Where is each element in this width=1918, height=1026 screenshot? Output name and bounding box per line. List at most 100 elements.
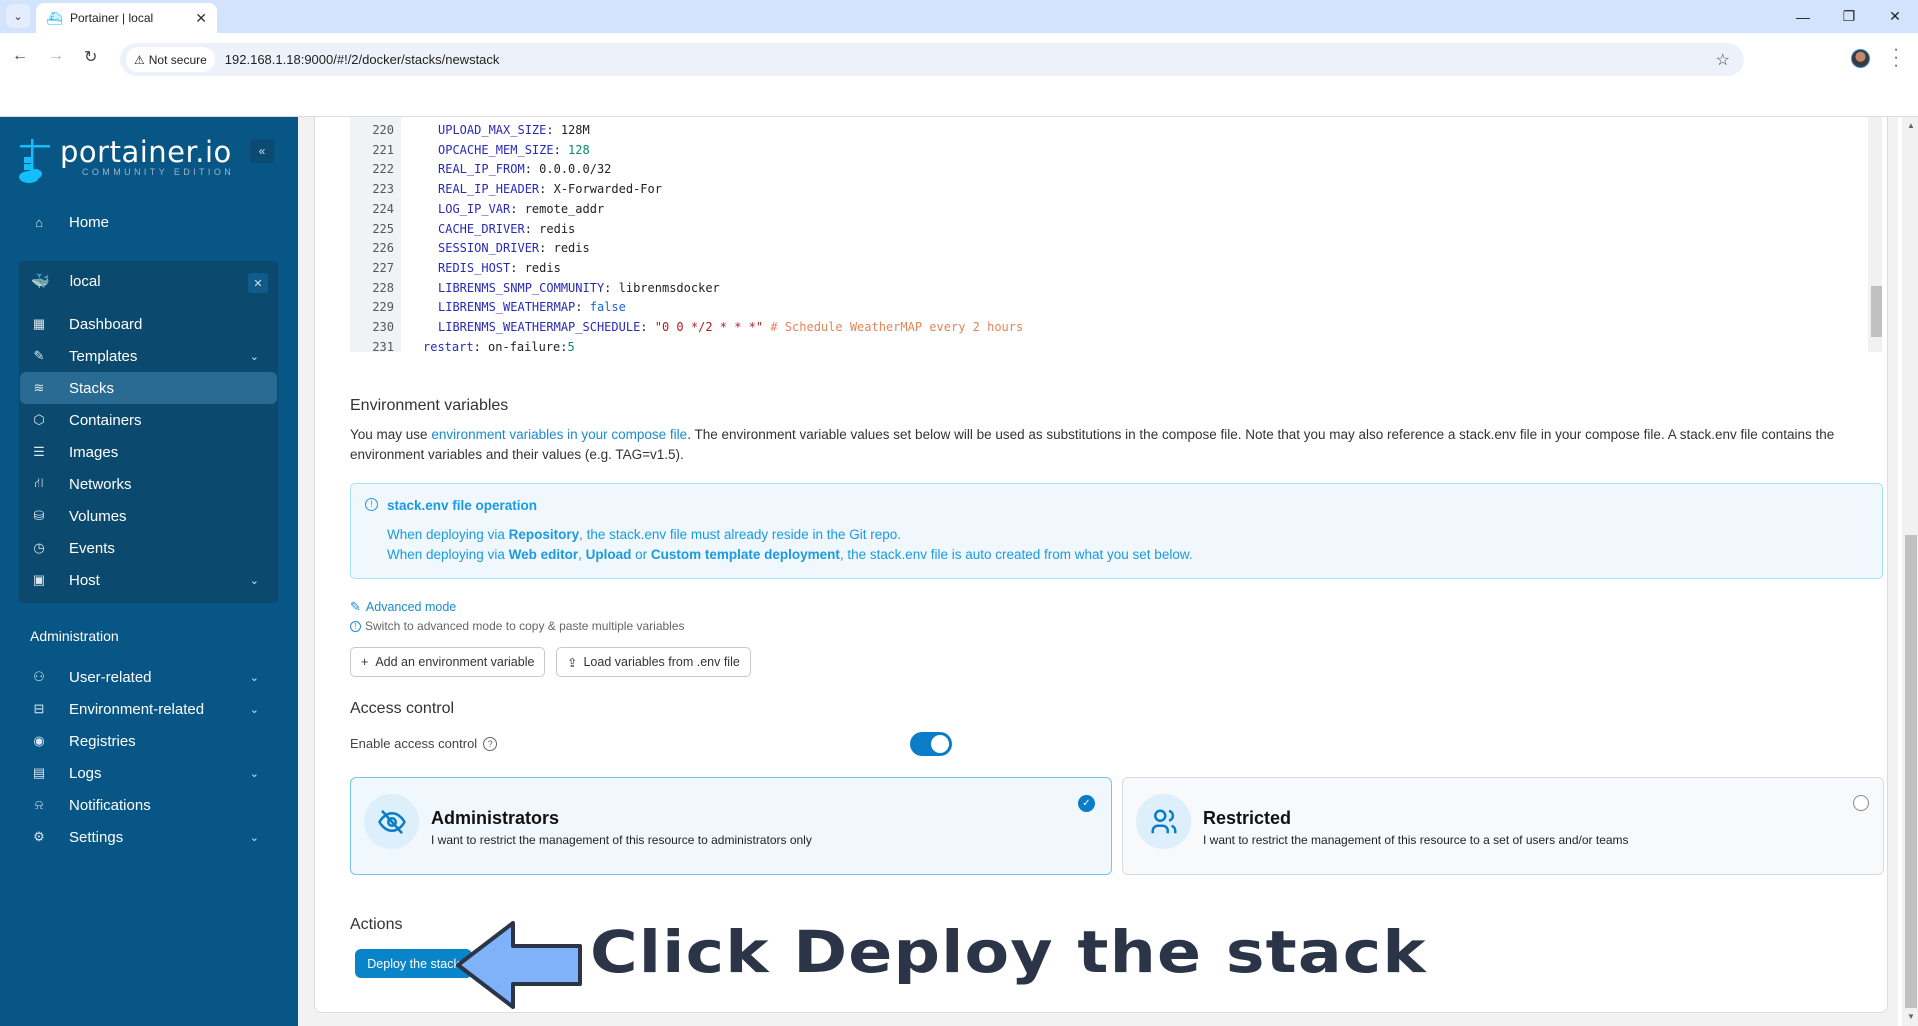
option-description: I want to restrict the management of thi… <box>1203 833 1629 847</box>
option-description: I want to restrict the management of thi… <box>431 833 812 847</box>
chevron-down-icon[interactable]: ⌄ <box>250 574 259 587</box>
minimize-button[interactable]: — <box>1780 0 1826 33</box>
code-line[interactable]: REAL_IP_HEADER: X-Forwarded-For <box>438 179 662 199</box>
env-vars-description: You may use environment variables in you… <box>350 425 1850 465</box>
sidebar-item-registries[interactable]: ◉ Registries <box>20 725 277 757</box>
address-bar[interactable]: ⚠ Not secure 192.168.1.18:9000/#!/2/docke… <box>120 43 1744 76</box>
yaml-key: SESSION_DRIVER <box>438 241 540 256</box>
compose-editor[interactable]: 220 221 222 223 224 225 226 227 228 229 230 231 UPL… <box>350 117 1882 354</box>
access-option-administrators[interactable]: Administrators I want to restrict the ma… <box>350 777 1112 875</box>
code-line[interactable]: UPLOAD_MAX_SIZE: 128M <box>438 120 590 140</box>
yaml-value: redis <box>524 260 561 275</box>
advanced-mode-link[interactable]: ✎ Advanced mode <box>350 599 456 615</box>
env-vars-docs-link[interactable]: environment variables in your compose fi… <box>431 427 687 442</box>
yaml-key: REAL_IP_FROM <box>438 162 525 177</box>
line-number: 228 <box>372 280 394 295</box>
tab-title: Portainer | local <box>70 11 154 25</box>
bell-icon: ⍾ <box>34 797 44 812</box>
info-icon: ! <box>365 498 378 511</box>
yaml-value: "0 0 */2 * * *" <box>654 320 764 334</box>
load-env-file-button[interactable]: ⇪ Load variables from .env file <box>556 647 751 677</box>
access-option-restricted[interactable]: Restricted I want to restrict the manage… <box>1122 777 1884 875</box>
desc-text: You may use <box>350 427 432 442</box>
code-line[interactable]: CACHE_DRIVER: redis <box>438 219 575 239</box>
sidebar-item-settings[interactable]: ⚙ Settings ⌄ <box>20 821 277 853</box>
profile-avatar[interactable] <box>1851 49 1870 68</box>
bookmark-star-icon[interactable]: ☆ <box>1716 50 1730 70</box>
chevron-down-icon[interactable]: ⌄ <box>250 831 259 844</box>
sidebar-item-environment-related[interactable]: ⊟ Environment-related ⌄ <box>20 693 277 725</box>
chevron-down-icon[interactable]: ⌄ <box>250 703 259 716</box>
info-line-2: When deploying via Web editor, Upload or… <box>387 547 1193 562</box>
option-title: Restricted <box>1203 808 1292 828</box>
browser-tab[interactable]: ⛴ Portainer | local ✕ <box>36 3 217 33</box>
chevron-down-icon[interactable]: ⌄ <box>250 350 259 363</box>
close-environment-button[interactable]: ✕ <box>248 273 268 293</box>
help-icon[interactable]: ? <box>483 736 498 751</box>
eye-off-icon <box>364 794 419 849</box>
advanced-mode-label: Advanced mode <box>365 600 457 614</box>
sidebar-item-notifications[interactable]: ⍾ Notifications <box>20 789 277 821</box>
button-label: Load variables from .env file <box>583 655 740 669</box>
code-line[interactable]: REDIS_HOST: redis <box>438 258 561 278</box>
sidebar-item-images[interactable]: ☰ Images <box>20 436 277 468</box>
line-gutter: 220 221 222 223 224 225 226 227 228 229 230 231 <box>350 123 401 361</box>
restore-button[interactable]: ❐ <box>1826 0 1872 33</box>
scroll-up-icon[interactable]: ▲ <box>1907 121 1915 130</box>
portainer-crane-icon <box>18 137 52 185</box>
editor-scrollbar[interactable] <box>1870 117 1882 352</box>
line-number: 229 <box>372 300 394 315</box>
code-line[interactable]: LIBRENMS_WEATHERMAP_SCHEDULE: "0 0 */2 *… <box>438 317 1023 337</box>
sidebar-item-home[interactable]: ⌂ Home <box>20 206 277 238</box>
sidebar-item-host[interactable]: ▣ Host ⌄ <box>20 564 277 596</box>
collapse-sidebar-button[interactable]: « <box>250 139 274 163</box>
browser-menu-icon[interactable]: · · · <box>1893 42 1899 74</box>
browser-tab-bar: ⌄ ⛴ Portainer | local ✕ — ❐ ✕ <box>0 0 1918 33</box>
yaml-key: LIBRENMS_WEATHERMAP_SCHEDULE <box>438 320 641 334</box>
home-icon: ⌂ <box>35 214 43 230</box>
sidebar-item-volumes[interactable]: ⛁ Volumes <box>20 500 277 532</box>
back-icon[interactable]: ← <box>12 47 28 65</box>
sidebar-item-events[interactable]: ◷ Events <box>20 532 277 564</box>
logo-edition: COMMUNITY EDITION <box>82 167 235 177</box>
radio-button[interactable] <box>1853 795 1869 811</box>
sidebar-item-dashboard[interactable]: ▦ Dashboard <box>20 308 277 340</box>
sidebar-item-label: Notifications <box>69 796 151 814</box>
tab-list-button[interactable]: ⌄ <box>6 4 30 28</box>
code-line[interactable]: OPCACHE_MEM_SIZE: 128 <box>438 140 590 160</box>
info-icon: ! <box>350 620 361 632</box>
forward-icon[interactable]: → <box>48 47 64 65</box>
code-line[interactable]: REAL_IP_FROM: 0.0.0.0/32 <box>438 159 611 179</box>
code-line[interactable]: LOG_IP_VAR: remote_addr <box>438 199 604 219</box>
url-text[interactable]: 192.168.1.18:9000/#!/2/docker/stacks/new… <box>225 52 500 67</box>
scroll-down-icon[interactable]: ▼ <box>1907 1012 1915 1021</box>
sidebar-item-user-related[interactable]: ⚇ User-related ⌄ <box>20 661 277 693</box>
code-line[interactable]: restart: on-failure:5 <box>423 337 575 357</box>
editor-scroll-thumb[interactable] <box>1871 286 1882 337</box>
line-number: 222 <box>372 162 394 177</box>
environment-header[interactable]: 🐳 local <box>19 261 278 301</box>
code-area[interactable]: UPLOAD_MAX_SIZE: 128M OPCACHE_MEM_SIZE: 1… <box>401 117 1868 354</box>
close-tab-icon[interactable]: ✕ <box>195 10 207 27</box>
line-number: 224 <box>372 201 394 216</box>
access-control-toggle[interactable] <box>910 732 952 756</box>
page-scroll-thumb[interactable] <box>1905 535 1917 1008</box>
chevron-down-icon[interactable]: ⌄ <box>250 671 259 684</box>
sidebar-item-stacks[interactable]: ≋ Stacks <box>20 372 277 404</box>
code-line[interactable]: LIBRENMS_SNMP_COMMUNITY: librenmsdocker <box>438 278 720 298</box>
sidebar-item-containers[interactable]: ⬡ Containers <box>20 404 277 436</box>
security-chip[interactable]: ⚠ Not secure <box>126 47 215 72</box>
code-line[interactable]: LIBRENMS_WEATHERMAP: false <box>438 297 626 317</box>
page-scrollbar[interactable]: ▲ ▼ <box>1902 117 1918 1026</box>
close-window-button[interactable]: ✕ <box>1872 0 1918 33</box>
add-env-variable-button[interactable]: + Add an environment variable <box>350 647 546 677</box>
chevron-down-icon[interactable]: ⌄ <box>250 767 259 780</box>
sidebar-item-networks[interactable]: ⛙ Networks <box>20 468 277 500</box>
portainer-logo[interactable]: portainer.io COMMUNITY EDITION <box>18 137 234 185</box>
reload-icon[interactable]: ↻ <box>84 47 97 67</box>
yaml-key: restart <box>423 339 474 354</box>
code-line[interactable]: SESSION_DRIVER: redis <box>438 238 590 258</box>
dashboard-icon: ▦ <box>32 316 46 331</box>
sidebar-item-templates[interactable]: ✎ Templates ⌄ <box>20 340 277 372</box>
sidebar-item-logs[interactable]: ▤ Logs ⌄ <box>20 757 277 789</box>
